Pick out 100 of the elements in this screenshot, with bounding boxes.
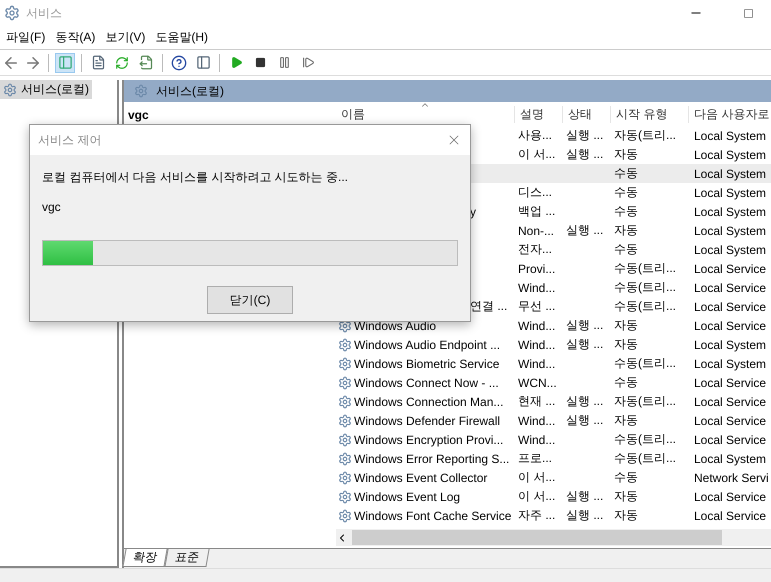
table-cell: 자동 [614,147,638,161]
table-cell: 실행 ... [566,337,604,351]
maximize-icon[interactable] [742,8,754,18]
table-cell: 실행 ... [566,489,604,503]
table-cell: Wind... [518,338,556,352]
pane-title: 서비스(로컬) [156,82,224,100]
view-tab[interactable]: 확장 [122,549,168,567]
table-cell: 실행 ... [566,147,604,161]
table-cell: 자동(트리... [614,394,676,408]
table-cell: 실행 ... [566,394,604,408]
table-cell: 수동(트리... [614,299,676,313]
table-cell: Local System [694,242,766,256]
dialog-message: 로컬 컴퓨터에서 다음 서비스를 시작하려고 시도하는 중... [42,169,350,186]
table-cell: Local System [694,356,766,370]
gear-icon [134,84,148,98]
menu-item[interactable]: 동작(A) [51,29,102,46]
table-cell: 이 서... [518,147,556,161]
table-cell: Windows Biometric Service [354,356,500,370]
table-cell: Local System [694,224,766,238]
document-icon[interactable] [90,55,106,70]
table-cell: 프로... [518,451,552,465]
gear-icon [338,356,352,370]
table-cell: 수동(트리... [614,261,676,275]
column-header[interactable]: 상태 [562,106,610,123]
table-cell: Local Service [694,508,766,522]
column-header[interactable]: 시작 유형 [610,106,688,123]
help-icon[interactable] [171,54,187,70]
table-cell: Windows Error Reporting S... [354,452,510,466]
gear-icon [338,414,352,428]
play-icon[interactable] [230,56,242,69]
table-cell: Non-... [518,224,554,238]
table-cell: 자주 ... [518,508,556,522]
gear-icon [338,432,352,446]
gear-icon [4,5,20,21]
table-cell: Windows Font Cache Service [354,508,512,522]
close-button[interactable]: 닫기(C) [207,286,293,314]
tree-item[interactable]: 서비스(로컬) [0,80,92,99]
table-cell: Wind... [518,432,556,446]
export-icon[interactable] [138,55,154,70]
table-cell: Windows Event Collector [354,470,488,484]
panel-icon[interactable] [196,55,210,70]
table-cell: 실행 ... [566,128,604,142]
table-cell: Windows Connection Man... [354,394,504,408]
horizontal-scrollbar[interactable] [336,529,771,546]
menu-item[interactable]: 도움말(H) [151,29,214,46]
table-cell: Local Service [694,376,766,390]
table-cell: Local Service [694,490,766,504]
table-cell: 수동 [614,185,638,199]
gear-icon [338,470,352,484]
column-header[interactable]: 다음 사용자로 [688,106,771,123]
table-cell: 수동(트리... [614,280,676,294]
pause-icon[interactable] [278,56,290,69]
table-cell: 무선 ... [518,299,556,313]
table-cell: Wind... [518,356,556,370]
table-cell: Local System [694,204,766,218]
table-cell: 자동 [614,508,638,522]
table-cell: 자동(트리... [614,128,676,142]
table-cell: Local Service [694,318,766,332]
console-tree-toggle[interactable] [55,52,75,72]
table-cell: Local System [694,338,766,352]
table-cell: Local System [694,452,766,466]
table-cell: Local Service [694,432,766,446]
table-cell: 자동 [614,489,638,503]
table-cell: 실행 ... [566,413,604,427]
column-header[interactable]: 이름 [336,106,514,123]
table-cell: 전자... [518,242,552,256]
menu-item[interactable]: 파일(F) [2,29,52,46]
table-cell: 수동 [614,375,638,389]
table-cell: 디스... [518,185,552,199]
table-cell: 실행 ... [566,508,604,522]
restart-icon[interactable] [302,56,314,69]
gear-icon [338,490,352,504]
table-cell: Local System [694,166,766,180]
table-cell: 이 서... [518,470,556,484]
table-cell: WCN... [518,376,557,390]
table-cell: 자동 [614,337,638,351]
gear-icon [338,452,352,466]
table-cell: Local System [694,148,766,162]
table-cell: 자동 [614,318,638,332]
refresh-icon[interactable] [115,56,129,70]
table-cell: Network Servi [694,470,769,484]
table-cell: 이 서... [518,489,556,503]
gear-icon [338,338,352,352]
view-tab[interactable]: 표준 [164,549,210,567]
table-cell: Local Service [694,414,766,428]
column-header[interactable]: 설명 [514,106,562,123]
table-cell: Local System [694,128,766,142]
table-cell: Windows Defender Firewall [354,414,500,428]
table-cell: 수동 [614,242,638,256]
table-cell: Local System [694,186,766,200]
menu-item[interactable]: 보기(V) [101,29,152,46]
service-name: vgc [128,108,149,122]
table-cell: Local Service [694,280,766,294]
table-cell: Windows Audio [354,318,436,332]
stop-icon[interactable] [254,57,266,68]
table-cell: Windows Connect Now - ... [354,376,499,390]
table-cell: 사용... [518,128,552,142]
gear-icon [338,376,352,390]
table-cell: Local Service [694,262,766,276]
table-cell: 백업 ... [518,204,556,218]
